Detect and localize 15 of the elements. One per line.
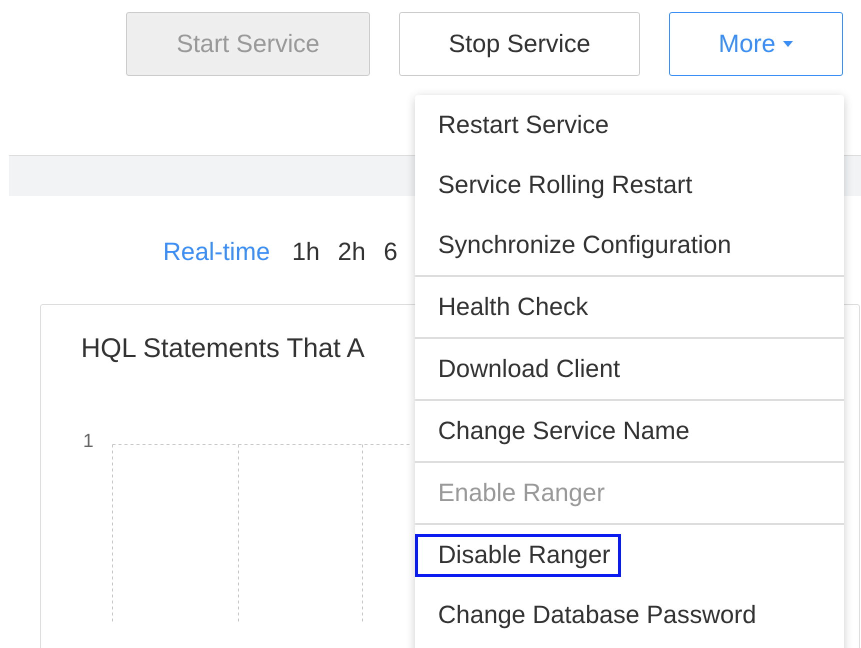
menu-item[interactable]: Change Database Password <box>415 585 844 645</box>
action-button[interactable]: Stop Service <box>399 12 640 76</box>
menu-item[interactable]: Synchronize Configuration <box>415 215 844 275</box>
caret-icon <box>783 41 794 47</box>
menu-item[interactable]: Change Service Name <box>415 399 844 461</box>
time-range-option[interactable]: 1h <box>292 238 320 267</box>
menu-item[interactable]: Health Check <box>415 275 844 337</box>
menu-item[interactable]: Service Rolling Restart <box>415 155 844 215</box>
time-range-option[interactable]: 6 <box>384 238 398 267</box>
menu-item[interactable]: Download Client <box>415 337 844 399</box>
menu-item[interactable]: Restart Service <box>415 95 844 155</box>
menu-item[interactable]: Disable Ranger <box>415 523 844 585</box>
chart-title: HQL Statements That A <box>81 333 366 364</box>
y-axis-label: 1 <box>83 431 94 454</box>
time-range-option[interactable]: 2h <box>338 238 366 267</box>
